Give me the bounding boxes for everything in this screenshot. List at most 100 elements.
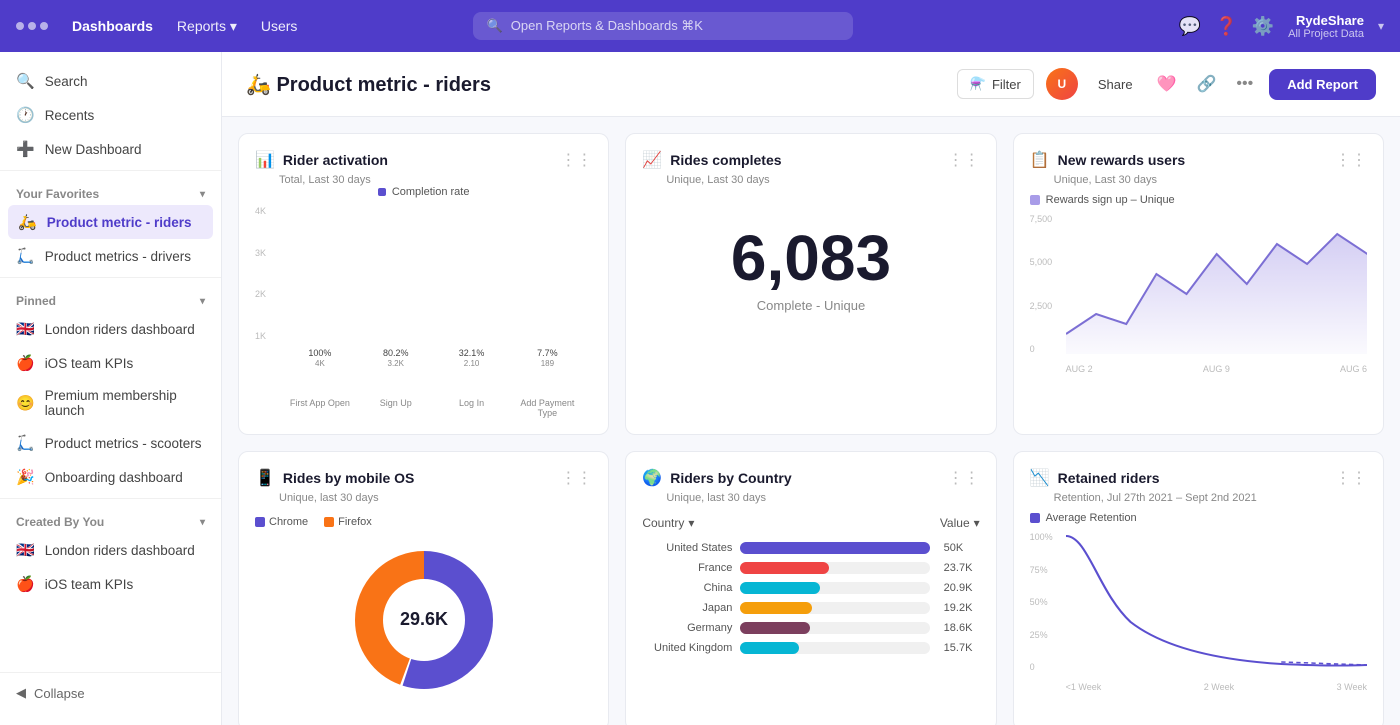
bar-fill	[740, 602, 812, 614]
legend-dot	[1030, 513, 1040, 523]
sidebar-new-dashboard[interactable]: ➕ New Dashboard	[0, 132, 221, 166]
section-favorites[interactable]: Your Favorites ▾	[0, 175, 221, 205]
bar-legend: Completion rate	[255, 186, 592, 198]
sidebar-item-scooters[interactable]: 🛴 Product metrics - scooters	[0, 426, 221, 460]
chevron-down-icon: ▾	[200, 189, 205, 200]
big-number: 6,083	[642, 226, 979, 290]
firefox-legend-dot	[324, 517, 334, 527]
legend-dot	[1030, 195, 1040, 205]
global-search[interactable]: 🔍 Open Reports & Dashboards ⌘K	[473, 12, 853, 40]
card-title-row: 🌍 Riders by Country	[642, 468, 791, 488]
donut-legend: Chrome Firefox	[255, 516, 592, 528]
country-col-header[interactable]: Country ▾	[642, 516, 694, 530]
sidebar-item-riders[interactable]: 🛵 Product metric - riders	[8, 205, 213, 239]
section-pinned[interactable]: Pinned ▾	[0, 282, 221, 312]
sidebar-item-ios[interactable]: 🍎 iOS team KPIs	[0, 346, 221, 380]
nav-dashboards[interactable]: Dashboards	[72, 18, 153, 34]
topnav-right: 💬 ❓ ⚙️ RydeShare All Project Data ▾	[1179, 13, 1384, 40]
add-report-button[interactable]: Add Report	[1269, 69, 1376, 100]
bar-fill	[740, 582, 820, 594]
new-rewards-card: 📋 New rewards users ⋮⋮ Unique, Last 30 d…	[1013, 133, 1384, 435]
search-placeholder: Open Reports & Dashboards ⌘K	[511, 18, 703, 34]
section-created[interactable]: Created By You ▾	[0, 503, 221, 533]
card-header: 📉 Retained riders ⋮⋮	[1030, 468, 1367, 488]
card-menu-icon[interactable]: ⋮⋮	[560, 150, 592, 170]
card-menu-icon[interactable]: ⋮⋮	[948, 150, 980, 170]
chart-icon: 📉	[1030, 468, 1050, 488]
card-menu-icon[interactable]: ⋮⋮	[560, 468, 592, 488]
card-menu-icon[interactable]: ⋮⋮	[948, 468, 980, 488]
card-menu-icon[interactable]: ⋮⋮	[1335, 468, 1367, 488]
help-icon[interactable]: ❓	[1215, 16, 1237, 37]
country-table-header: Country ▾ Value ▾	[642, 516, 979, 530]
retention-legend: Average Retention	[1030, 512, 1367, 524]
sidebar-item-ios2[interactable]: 🍎 iOS team KPIs	[0, 567, 221, 601]
card-title-row: 📉 Retained riders	[1030, 468, 1160, 488]
chevron-down-icon: ▾	[688, 516, 694, 530]
x-axis: First App Open Sign Up Log In Add Paymen…	[255, 398, 592, 418]
sidebar-item-premium[interactable]: 😊 Premium membership launch	[0, 380, 221, 426]
clock-icon: 🕐	[16, 106, 35, 124]
svg-text:29.6K: 29.6K	[400, 609, 448, 629]
link-icon[interactable]: 🔗	[1192, 70, 1220, 98]
y-axis: 100% 75% 50% 25% 0	[1030, 532, 1066, 672]
nav-reports[interactable]: Reports ▾	[177, 18, 237, 35]
divider	[0, 170, 221, 171]
donut-chart: 29.6K	[255, 540, 592, 700]
card-subtitle: Retention, Jul 27th 2021 – Sept 2nd 2021	[1054, 492, 1367, 504]
more-icon[interactable]: •••	[1232, 71, 1257, 97]
bar-row-us: United States 50K	[642, 542, 979, 554]
chrome-legend-dot	[255, 517, 265, 527]
bar-row-uk: United Kingdom 15.7K	[642, 642, 979, 654]
sidebar-item-london2[interactable]: 🇬🇧 London riders dashboard	[0, 533, 221, 567]
card-header: 📊 Rider activation ⋮⋮	[255, 150, 592, 170]
heart-icon[interactable]: 🩷	[1153, 70, 1181, 98]
riders-by-country-card: 🌍 Riders by Country ⋮⋮ Unique, last 30 d…	[625, 451, 996, 725]
horizontal-bars: United States 50K France 23.7K	[642, 542, 979, 654]
dashboard-header: 🛵 Product metric - riders ⚗️ Filter U Sh…	[222, 52, 1400, 117]
card-subtitle: Unique, Last 30 days	[1054, 174, 1367, 186]
area-chart: 7,500 5,000 2,500 0	[1030, 214, 1367, 374]
sidebar-item-drivers[interactable]: 🛴 Product metrics - drivers	[0, 239, 221, 273]
nav-users[interactable]: Users	[261, 18, 298, 34]
avatar: U	[1046, 68, 1078, 100]
collapse-icon: ◀	[16, 685, 26, 701]
card-subtitle: Unique, last 30 days	[279, 492, 592, 504]
notification-icon[interactable]: 💬	[1179, 16, 1201, 37]
settings-icon[interactable]: ⚙️	[1252, 16, 1274, 37]
card-subtitle: Total, Last 30 days	[279, 174, 592, 186]
retention-svg	[1066, 532, 1367, 672]
value-col-header[interactable]: Value ▾	[940, 516, 980, 530]
share-button[interactable]: Share	[1090, 73, 1141, 96]
x-axis: <1 Week 2 Week 3 Week	[1066, 682, 1367, 692]
sidebar-item-onboarding[interactable]: 🎉 Onboarding dashboard	[0, 460, 221, 494]
sidebar-recents[interactable]: 🕐 Recents	[0, 98, 221, 132]
filter-button[interactable]: ⚗️ Filter	[957, 69, 1034, 99]
bars-container: 100%4K 80.2%3.2K 32.1%2.10 7.7%189	[285, 206, 582, 396]
card-header: 📈 Rides completes ⋮⋮	[642, 150, 979, 170]
bar-row-cn: China 20.9K	[642, 582, 979, 594]
dashboard-title: 🛵 Product metric - riders	[246, 72, 945, 97]
retention-chart: 100% 75% 50% 25% 0 <1 Week 2 Week 3	[1030, 532, 1367, 692]
bar-group-2: 80.2%3.2K	[361, 348, 431, 372]
rides-mobile-os-card: 📱 Rides by mobile OS ⋮⋮ Unique, last 30 …	[238, 451, 609, 725]
card-menu-icon[interactable]: ⋮⋮	[1335, 150, 1367, 170]
sidebar-item-london[interactable]: 🇬🇧 London riders dashboard	[0, 312, 221, 346]
bar-fill	[740, 622, 810, 634]
card-title-row: 📊 Rider activation	[255, 150, 388, 170]
divider	[0, 277, 221, 278]
sidebar-search[interactable]: 🔍 Search	[0, 64, 221, 98]
bar-row-de: Germany 18.6K	[642, 622, 979, 634]
chart-icon: 📋	[1030, 150, 1050, 170]
bar-group-4: 7.7%189	[512, 348, 582, 372]
bar-row-fr: France 23.7K	[642, 562, 979, 574]
user-info: RydeShare All Project Data	[1288, 13, 1364, 40]
chevron-down-icon: ▾	[200, 517, 205, 528]
user-menu-chevron[interactable]: ▾	[1378, 19, 1384, 33]
card-header: 🌍 Riders by Country ⋮⋮	[642, 468, 979, 488]
x-axis: AUG 2 AUG 9 AUG 6	[1066, 364, 1367, 374]
filter-icon: ⚗️	[970, 76, 986, 92]
plus-icon: ➕	[16, 140, 35, 158]
chevron-down-icon: ▾	[200, 296, 205, 307]
sidebar-collapse[interactable]: ◀ Collapse	[0, 672, 221, 713]
